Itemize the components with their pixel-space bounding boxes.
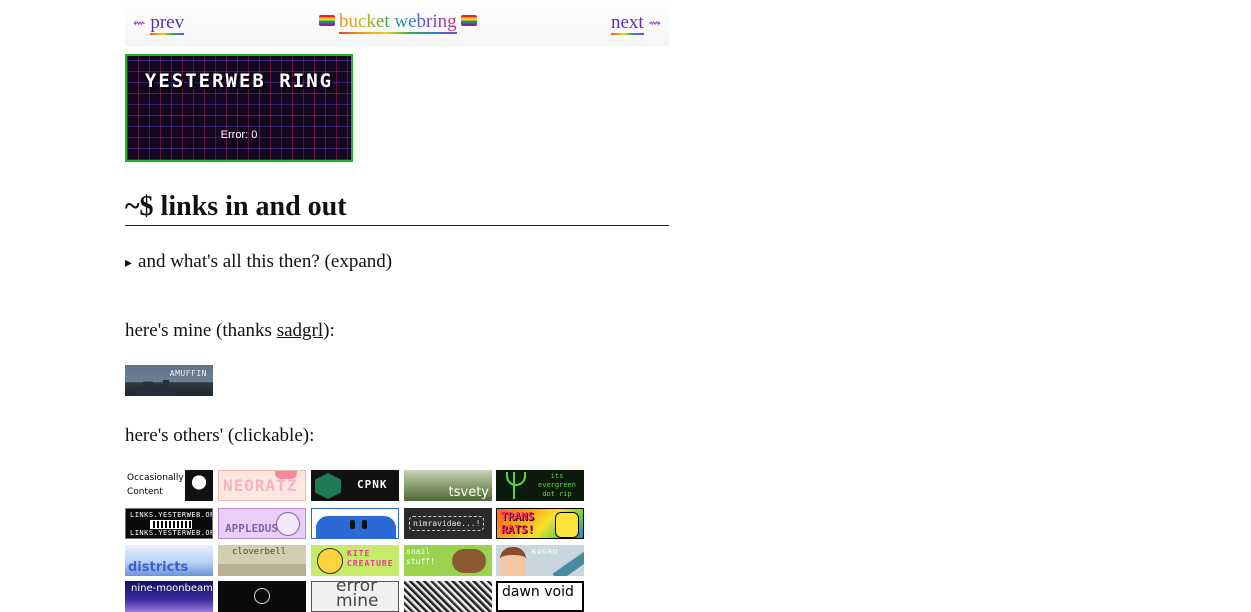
- nimravidae-button[interactable]: nimravidae...!: [404, 508, 492, 539]
- page-heading: ~$ links in and out: [125, 190, 669, 226]
- yesterweb-ring-title: YESTERWEB RING: [144, 70, 334, 92]
- blob-icon: [316, 516, 396, 538]
- neoratz-button[interactable]: NEORATZ: [218, 470, 306, 501]
- tree-icon: [504, 472, 526, 499]
- nine-moonbeams-button[interactable]: nine-moonbeams: [125, 581, 213, 612]
- arrow-left-icon: ⇜: [133, 16, 146, 32]
- smiley-icon: [317, 548, 343, 574]
- face-icon: [185, 470, 213, 501]
- yesterweb-ring-status: Error: 0: [220, 129, 258, 141]
- arrow-right-icon: ⇝: [648, 16, 661, 32]
- skull-icon: [276, 512, 300, 536]
- cpnk-button[interactable]: CPNK: [311, 470, 399, 501]
- details-summary-text: and what's all this then? (expand): [138, 251, 393, 272]
- webring-next-link[interactable]: next ⇝: [610, 12, 661, 35]
- webring-prev-link[interactable]: ⇜ prev: [133, 12, 185, 35]
- blue-creature-button[interactable]: [311, 508, 399, 539]
- rainbow-flag-icon: [460, 15, 477, 26]
- mine-text: here's mine (thanks sadgrl):: [125, 320, 335, 341]
- appledust-button[interactable]: APPLEDUST: [218, 508, 306, 539]
- kite-creature-button[interactable]: KITE CREATURE: [311, 545, 399, 576]
- my-button-label: AMUFFIN: [169, 369, 207, 378]
- cloverbell-button[interactable]: cloverbell: [218, 545, 306, 576]
- snail-icon: [452, 549, 486, 573]
- dawn-void-button[interactable]: dawn void: [496, 581, 584, 612]
- others-label: here's others' (clickable):: [125, 425, 315, 446]
- prev-label: prev: [150, 12, 185, 35]
- pikachu-icon: [555, 512, 579, 538]
- occasionally-content-button[interactable]: Occasionally Content: [125, 470, 213, 501]
- character-icon: [500, 547, 526, 576]
- dark-circle-button[interactable]: [218, 581, 306, 612]
- noise-pattern-button[interactable]: [404, 581, 492, 612]
- circle-icon: [254, 588, 270, 604]
- rainbow-flag-icon: [319, 15, 335, 26]
- snail-stuff-button[interactable]: snail stuff!: [404, 545, 492, 576]
- expand-details-toggle[interactable]: ▸ and what's all this then? (expand): [125, 250, 392, 276]
- yesterweb-ring-widget[interactable]: YESTERWEB RING Error: 0: [125, 54, 353, 162]
- my-88x31-button[interactable]: AMUFFIN: [125, 365, 213, 396]
- hexagon-icon: [315, 473, 341, 499]
- disclosure-triangle-icon: ▸: [125, 256, 133, 271]
- tsvety-button[interactable]: tsvety: [404, 470, 492, 501]
- error-mine-button[interactable]: error mine: [311, 581, 399, 612]
- trans-rats-button[interactable]: TRANS RATS!: [496, 508, 584, 539]
- next-label: next: [610, 12, 644, 35]
- webring-home-link[interactable]: bucket webring: [315, 11, 481, 34]
- links-yesterweb-button[interactable]: LINKS.YESTERWEB.ORG LINKS.YESTERWEB.ORG: [125, 508, 213, 539]
- sadgrl-link[interactable]: sadgrl: [277, 320, 323, 341]
- districts-button[interactable]: districts: [125, 545, 213, 576]
- evergreen-button[interactable]: its evergreen dot rip: [496, 470, 584, 501]
- webring-nav: ⇜ prev bucket webring next ⇝: [125, 0, 669, 46]
- webring-name: bucket webring: [339, 11, 457, 34]
- kaoru-button[interactable]: KAORU: [496, 545, 584, 576]
